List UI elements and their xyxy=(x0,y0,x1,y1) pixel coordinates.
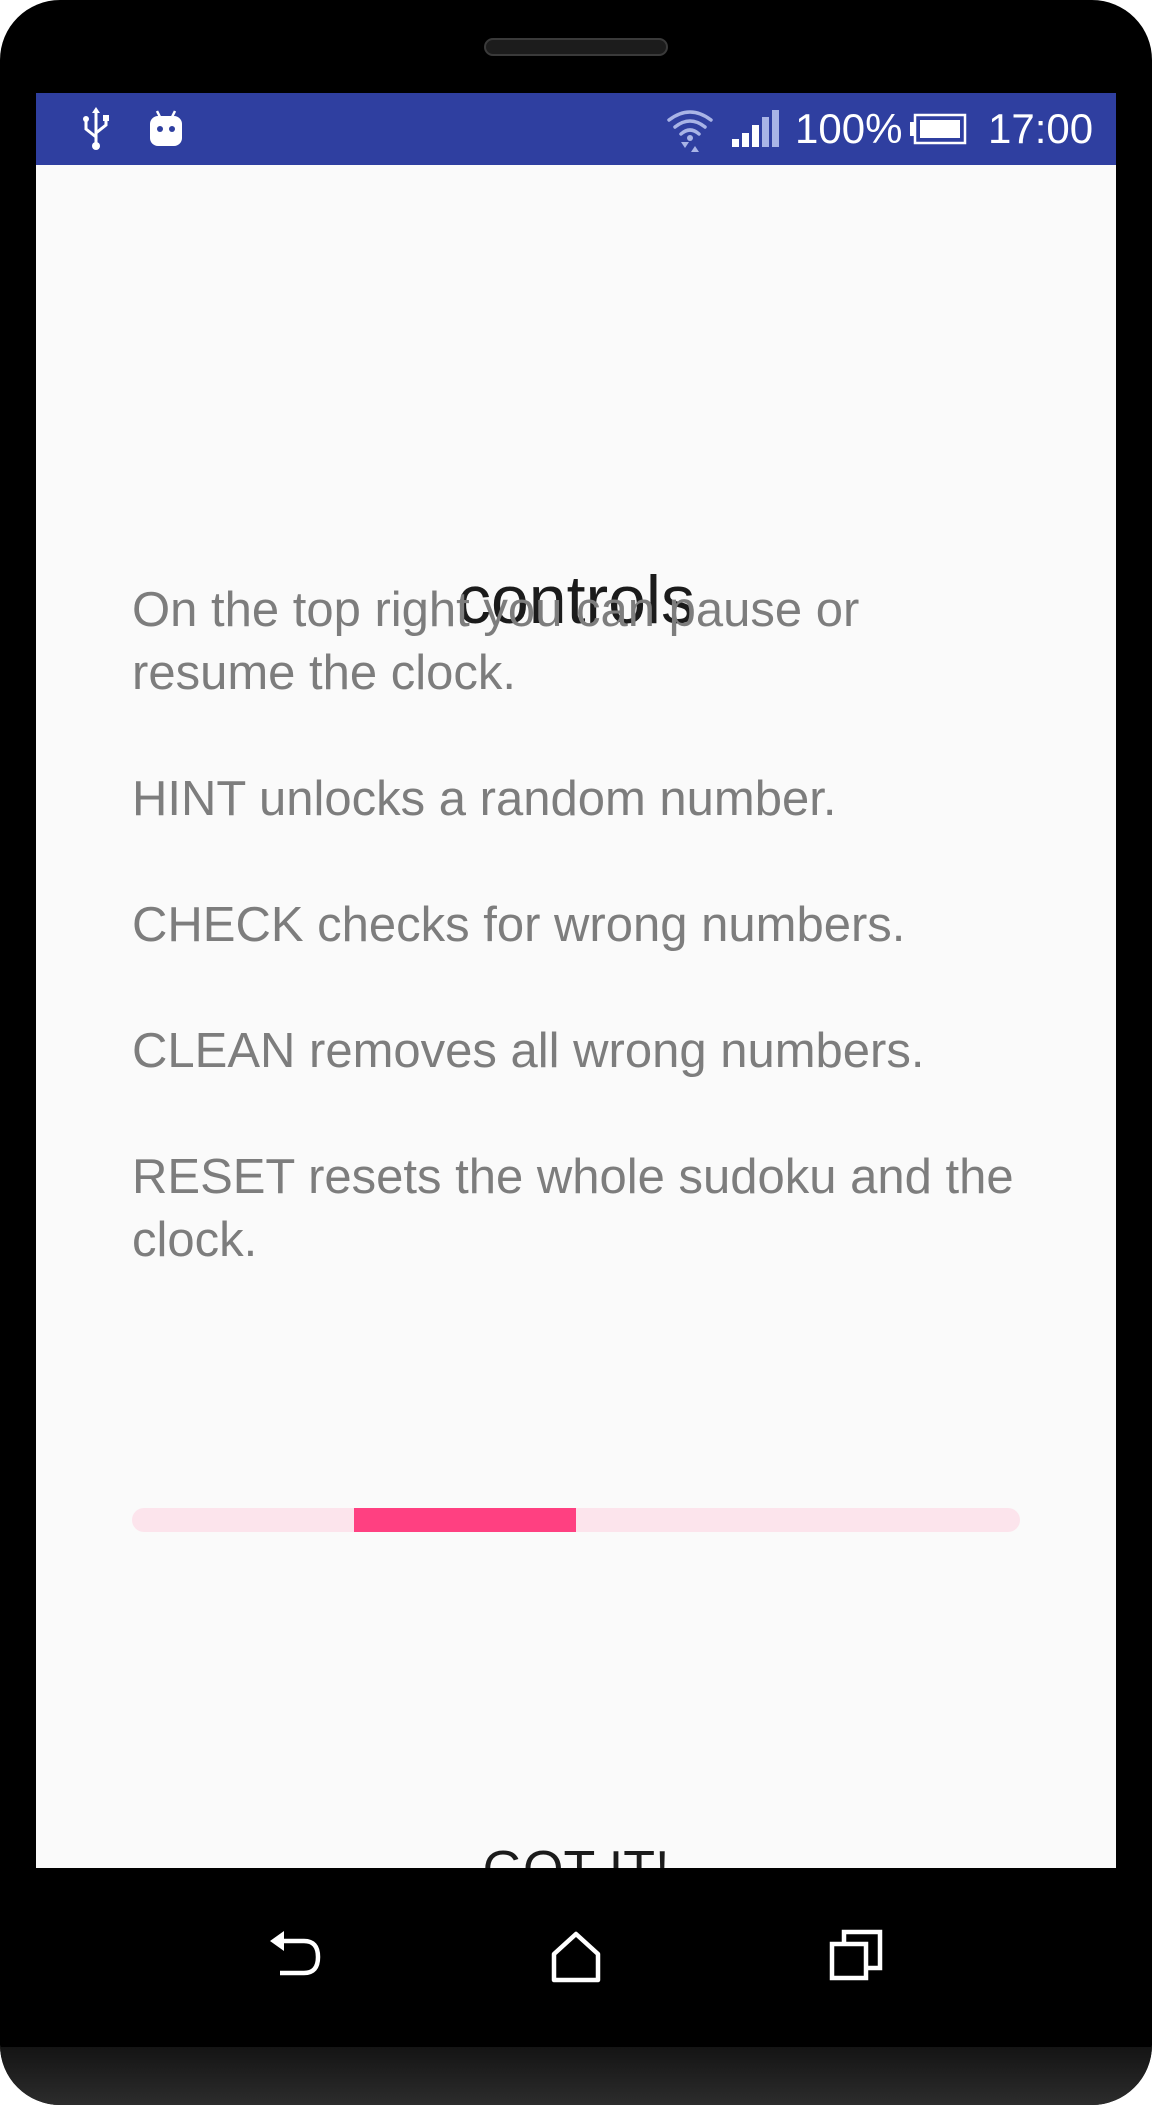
paragraph-hint: HINT unlocks a random number. xyxy=(132,772,837,826)
status-bar: 100% 17:00 xyxy=(36,93,1116,165)
wifi-icon xyxy=(662,93,718,165)
home-button[interactable] xyxy=(526,1908,626,2008)
recents-button[interactable] xyxy=(806,1908,906,2008)
phone-frame: 100% 17:00 controls On the top right you… xyxy=(0,0,1152,2105)
paragraph-clean: CLEAN removes all wrong numbers. xyxy=(132,1024,925,1078)
home-icon xyxy=(548,1928,604,1989)
paragraph-check: CHECK checks for wrong numbers. xyxy=(132,898,906,952)
bottom-bezel xyxy=(0,2047,1152,2105)
page-progress-indicator xyxy=(132,1508,1020,1532)
paragraph-pause-clock: On the top right you can pause or resume… xyxy=(132,583,860,700)
battery-icon xyxy=(908,93,968,165)
clock-time: 17:00 xyxy=(988,105,1094,152)
paragraph-reset: RESET resets the whole sudoku and the cl… xyxy=(132,1150,1014,1267)
back-button[interactable] xyxy=(246,1908,346,2008)
navigation-bar xyxy=(36,1868,1116,2048)
tutorial-dialog: controls On the top right you can pause … xyxy=(36,165,1116,1899)
recents-icon xyxy=(828,1928,884,1989)
page-progress-fill xyxy=(354,1508,576,1532)
earpiece-speaker xyxy=(484,38,668,56)
usb-icon xyxy=(66,93,126,165)
back-icon xyxy=(266,1929,326,1988)
signal-icon xyxy=(728,93,782,165)
battery-percent: 100% xyxy=(795,105,903,152)
android-icon xyxy=(136,93,196,165)
